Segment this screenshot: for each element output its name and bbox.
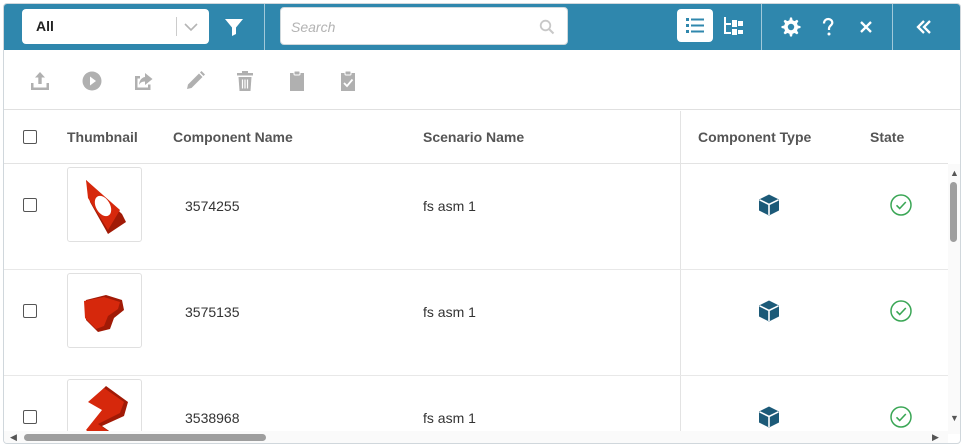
scroll-right-arrow[interactable]: ▶: [932, 433, 939, 442]
row-checkbox[interactable]: [23, 304, 37, 318]
column-header-component-name[interactable]: Component Name: [173, 129, 293, 145]
component-name-cell: 3575135: [185, 304, 240, 320]
part-thumbnail-image: [84, 295, 124, 332]
edit-pencil-icon[interactable]: [183, 69, 207, 93]
tree-view-icon: [724, 17, 743, 35]
filter-dropdown[interactable]: All: [22, 9, 209, 44]
column-header-scenario-name[interactable]: Scenario Name: [423, 129, 524, 145]
trash-icon[interactable]: [233, 69, 257, 93]
scroll-down-arrow[interactable]: ▼: [950, 414, 959, 423]
scenario-name-cell: fs asm 1: [423, 410, 476, 426]
chevron-down-icon: [184, 23, 198, 32]
action-toolbar: [4, 50, 960, 110]
toolbar-divider: [264, 4, 265, 50]
tree-view-button[interactable]: [714, 9, 750, 42]
dropdown-divider: [176, 17, 177, 36]
table-row[interactable]: 3575135 fs asm 1: [4, 270, 948, 376]
part-thumbnail: [67, 379, 142, 436]
vertical-scrollbar-thumb[interactable]: [950, 182, 957, 242]
help-icon[interactable]: [816, 15, 840, 39]
check-circle-icon: [890, 194, 912, 216]
search-icon[interactable]: [539, 19, 555, 35]
gear-icon[interactable]: [779, 15, 803, 39]
table-row[interactable]: 3538968 fs asm 1: [4, 376, 948, 436]
select-all-checkbox[interactable]: [23, 130, 37, 144]
check-circle-icon: [890, 406, 912, 428]
check-circle-icon: [890, 300, 912, 322]
list-view-button[interactable]: [677, 9, 713, 42]
component-name-cell: 3574255: [185, 198, 240, 214]
part-cube-icon: [759, 300, 779, 322]
play-icon[interactable]: [80, 69, 104, 93]
scroll-up-arrow[interactable]: ▲: [950, 169, 959, 178]
search-input[interactable]: [291, 16, 531, 38]
scenario-name-cell: fs asm 1: [423, 198, 476, 214]
collapse-panel-icon[interactable]: [912, 15, 936, 39]
close-icon[interactable]: [854, 15, 878, 39]
scenario-name-cell: fs asm 1: [423, 304, 476, 320]
part-thumbnail: [67, 273, 142, 348]
row-checkbox[interactable]: [23, 410, 37, 424]
filter-dropdown-value: All: [36, 18, 54, 34]
component-name-cell: 3538968: [185, 410, 240, 426]
toolbar-divider: [892, 4, 893, 50]
part-cube-icon: [759, 194, 779, 216]
part-cube-icon: [759, 406, 779, 428]
table-row[interactable]: 3574255 fs asm 1: [4, 164, 948, 270]
clipboard-check-icon[interactable]: [336, 69, 360, 93]
part-thumbnail-image: [86, 180, 126, 234]
list-view-icon: [686, 18, 704, 33]
search-box[interactable]: [280, 7, 568, 45]
part-thumbnail: [67, 167, 142, 242]
component-browser-panel: All Search Thumbnail Component Name Scen…: [3, 3, 961, 444]
grid-header: Thumbnail Component Name Scenario Name C…: [4, 111, 948, 164]
scroll-left-arrow[interactable]: ◀: [10, 433, 17, 442]
share-icon[interactable]: [131, 69, 155, 93]
top-bar: All: [4, 4, 960, 50]
column-header-state[interactable]: State: [870, 129, 904, 145]
upload-icon[interactable]: [28, 69, 52, 93]
column-header-component-type[interactable]: Component Type: [698, 129, 811, 145]
filter-funnel-icon[interactable]: [222, 15, 246, 39]
row-checkbox[interactable]: [23, 198, 37, 212]
part-thumbnail-image: [86, 386, 128, 436]
clipboard-icon[interactable]: [285, 69, 309, 93]
toolbar-divider: [761, 4, 762, 50]
horizontal-scrollbar-thumb[interactable]: [24, 434, 266, 441]
column-header-thumbnail[interactable]: Thumbnail: [67, 129, 138, 145]
